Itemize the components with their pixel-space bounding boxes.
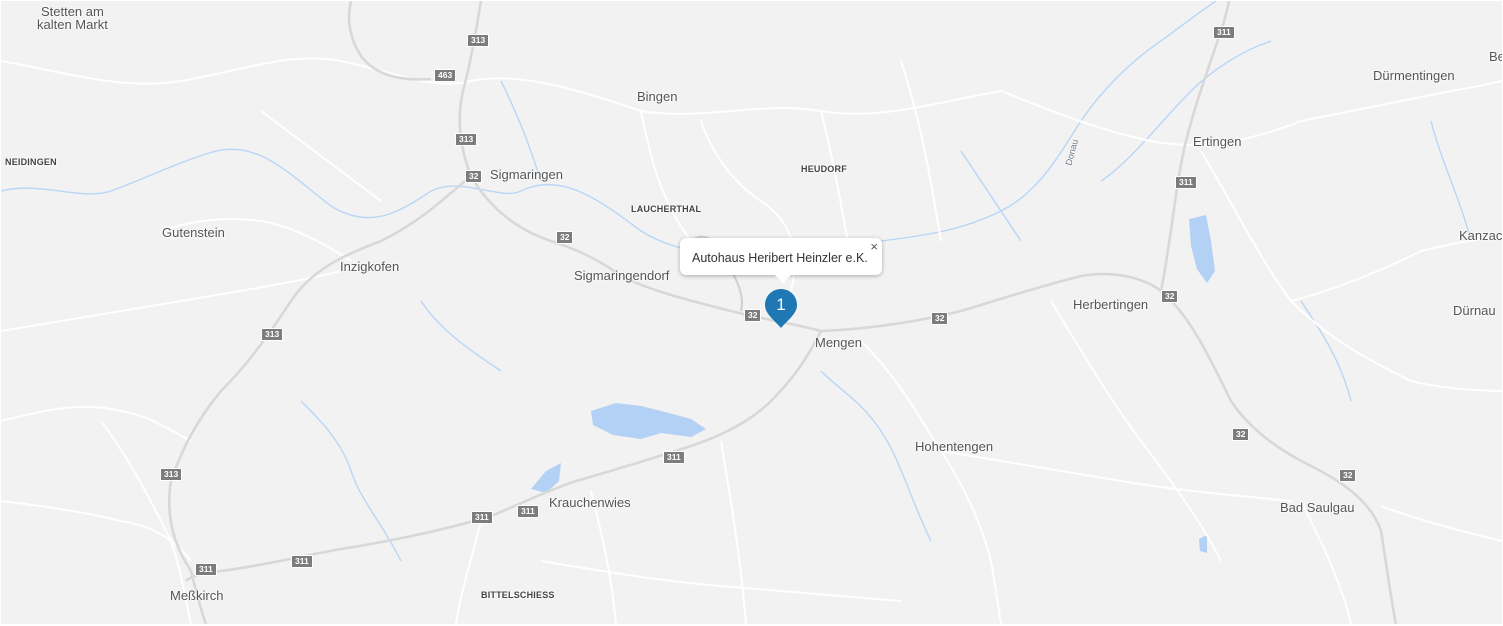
map-canvas[interactable]: Stetten am kalten Markt Bingen NEIDINGEN… bbox=[1, 1, 1502, 624]
road-shield: 32 bbox=[1161, 290, 1179, 303]
road-shield: 32 bbox=[1339, 469, 1357, 482]
place-sigmaringendorf: Sigmaringendorf bbox=[574, 268, 670, 283]
place-inzigkofen: Inzigkofen bbox=[340, 259, 400, 274]
map-marker[interactable]: 1 bbox=[764, 288, 798, 330]
marker-infowindow: Autohaus Heribert Heinzler e.K. × bbox=[680, 238, 882, 283]
place-herbertingen: Herbertingen bbox=[1073, 297, 1149, 312]
road-shield: 311 bbox=[195, 563, 217, 576]
place-hohentengen: Hohentengen bbox=[915, 439, 994, 454]
place-messkirch: Meßkirch bbox=[170, 588, 224, 603]
road-shield: 32 bbox=[744, 309, 762, 322]
road-shield: 313 bbox=[467, 34, 490, 47]
place-krauchenwies: Krauchenwies bbox=[549, 495, 631, 510]
road-shield: 311 bbox=[517, 505, 539, 518]
road-shield: 32 bbox=[556, 231, 574, 244]
place-duermentingen: Dürmentingen bbox=[1373, 68, 1455, 83]
place-mengen: Mengen bbox=[815, 335, 862, 350]
place-bingen: Bingen bbox=[637, 89, 678, 104]
road-shield: 311 bbox=[1175, 176, 1197, 189]
road-shield: 32 bbox=[465, 170, 483, 183]
place-duernau: Dürnau bbox=[1453, 303, 1496, 318]
place-neidingen: NEIDINGEN bbox=[5, 157, 57, 167]
place-bittelschiess: BITTELSCHIESS bbox=[481, 590, 555, 600]
close-icon[interactable]: × bbox=[870, 240, 878, 253]
road-shield: 311 bbox=[1213, 26, 1235, 39]
infowindow-tail bbox=[775, 275, 791, 283]
place-sigmaringen: Sigmaringen bbox=[490, 167, 563, 182]
place-gutenstein: Gutenstein bbox=[162, 225, 225, 240]
road-shield: 311 bbox=[471, 511, 493, 524]
infowindow-title: Autohaus Heribert Heinzler e.K. bbox=[692, 251, 868, 265]
place-kanzac: Kanzac bbox=[1459, 228, 1502, 243]
marker-number: 1 bbox=[776, 295, 786, 314]
road-shield: 313 bbox=[160, 468, 183, 481]
road-shield: 32 bbox=[1232, 428, 1250, 441]
road-shield: 313 bbox=[261, 328, 284, 341]
road-shield: 311 bbox=[291, 555, 313, 568]
place-heudorf: HEUDORF bbox=[801, 164, 847, 174]
place-laucherthal: LAUCHERTHAL bbox=[631, 204, 702, 214]
place-stetten: Stetten am kalten Markt bbox=[37, 4, 108, 32]
minor-roads bbox=[1, 57, 1502, 624]
place-bad-saulgau: Bad Saulgau bbox=[1280, 500, 1355, 515]
road-shield: 32 bbox=[931, 312, 949, 325]
road-shield: 313 bbox=[455, 133, 478, 146]
road-shield: 311 bbox=[663, 451, 685, 464]
place-be: Be bbox=[1489, 49, 1502, 64]
place-ertingen: Ertingen bbox=[1193, 134, 1242, 149]
road-shield: 463 bbox=[434, 69, 457, 82]
